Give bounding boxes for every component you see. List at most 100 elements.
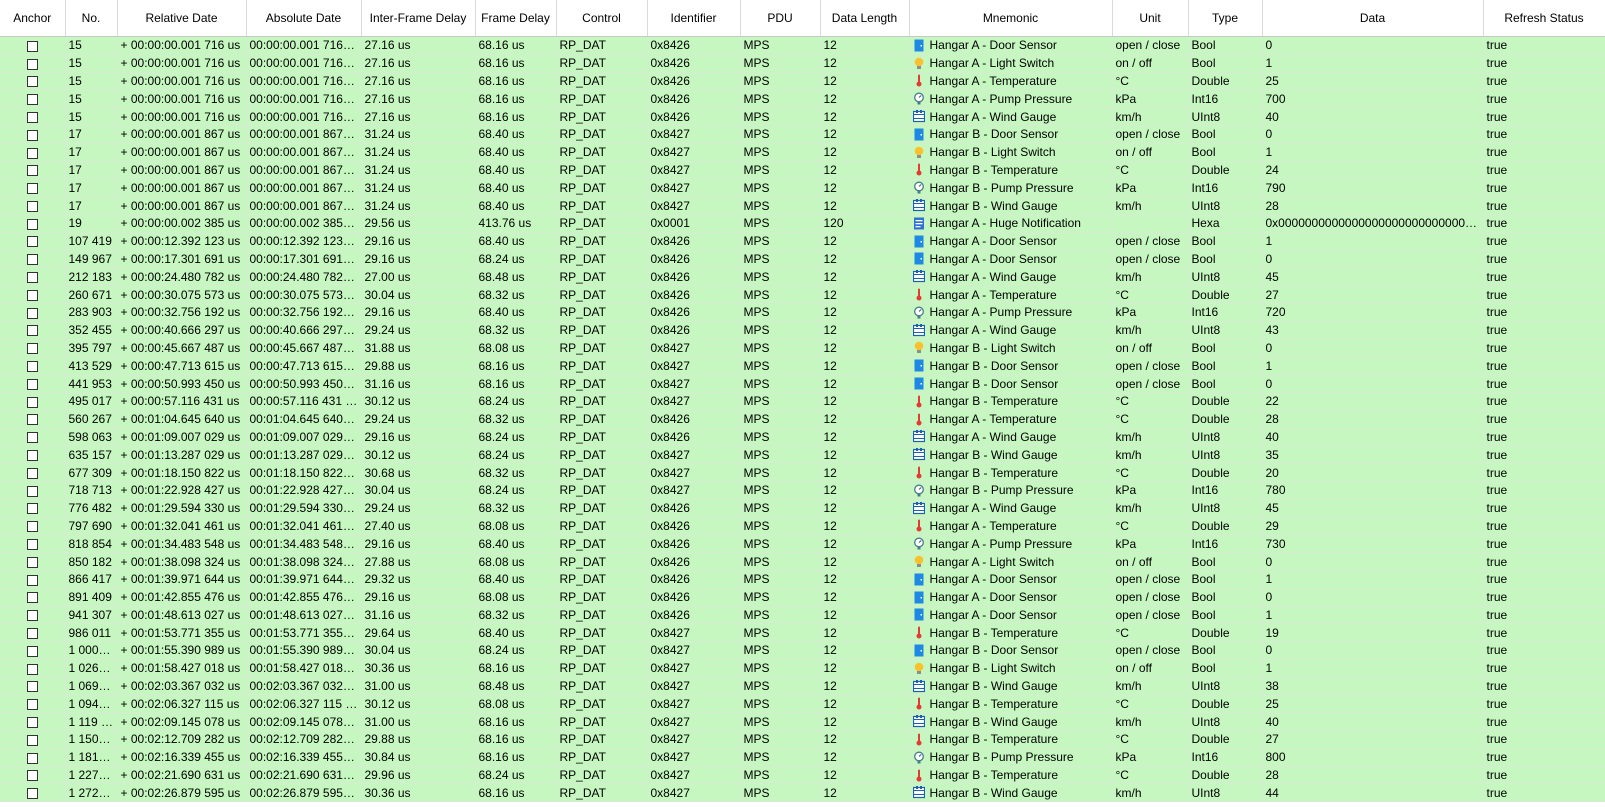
table-row[interactable]: 1 026 359 + 00:01:58.427 018 us 00:01:58.4… — [0, 659, 1605, 678]
table-row[interactable]: 212 183 + 00:00:24.480 782 us 00:00:24.480… — [0, 267, 1605, 287]
table-row[interactable]: 1 150 131 + 00:02:12.709 282 us 00:02:12.7… — [0, 730, 1605, 749]
table-row[interactable]: 352 455 + 00:00:40.666 297 us 00:00:40.666… — [0, 321, 1605, 340]
table-row[interactable]: 15 + 00:00:00.001 716 us 00:00:00.001 716 … — [0, 72, 1605, 91]
anchor-checkbox[interactable] — [26, 503, 38, 515]
col-header-absolute-date[interactable]: Absolute Date — [246, 0, 362, 37]
anchor-checkbox[interactable] — [26, 218, 38, 230]
anchor-checkbox[interactable] — [26, 645, 38, 657]
col-header-refresh-status[interactable]: Refresh Status — [1483, 0, 1605, 37]
anchor-checkbox[interactable] — [26, 325, 38, 337]
table-row[interactable]: 1 181 591 + 00:02:16.339 455 us 00:02:16.3… — [0, 748, 1605, 767]
table-row[interactable]: 15 + 00:00:00.001 716 us 00:00:00.001 716 … — [0, 36, 1605, 55]
anchor-checkbox[interactable] — [26, 147, 38, 159]
anchor-checkbox[interactable] — [26, 361, 38, 373]
table-row[interactable]: 560 267 + 00:01:04.645 640 us 00:01:04.645… — [0, 410, 1605, 429]
table-row[interactable]: 1 227 967 + 00:02:21.690 631 us 00:02:21.6… — [0, 766, 1605, 785]
table-row[interactable]: 441 953 + 00:00:50.993 450 us 00:00:50.993… — [0, 374, 1605, 393]
anchor-checkbox[interactable] — [26, 628, 38, 640]
col-header-control[interactable]: Control — [556, 0, 648, 37]
anchor-checkbox[interactable] — [26, 467, 38, 479]
table-row[interactable]: 818 854 + 00:01:34.483 548 us 00:01:34.483… — [0, 534, 1605, 554]
col-header-pdu[interactable]: PDU — [740, 0, 821, 37]
table-row[interactable]: 1 069 171 + 00:02:03.367 032 us 00:02:03.3… — [0, 677, 1605, 696]
table-row[interactable]: 850 182 + 00:01:38.098 324 us 00:01:38.098… — [0, 552, 1605, 571]
anchor-checkbox[interactable] — [26, 717, 38, 728]
table-row[interactable]: 1 000 047 + 00:01:55.390 989 us 00:01:55.3… — [0, 641, 1605, 660]
anchor-checkbox[interactable] — [26, 432, 38, 444]
col-header-data-length[interactable]: Data Length — [820, 0, 910, 37]
anchor-checkbox[interactable] — [26, 289, 38, 301]
anchor-checkbox[interactable] — [26, 414, 38, 426]
table-row[interactable]: 677 309 + 00:01:18.150 822 us 00:01:18.150… — [0, 463, 1605, 482]
col-header-no[interactable]: No. — [65, 0, 118, 37]
anchor-checkbox[interactable] — [26, 40, 38, 52]
table-row[interactable]: 19 + 00:00:00.002 385 us 00:00:00.002 385 … — [0, 214, 1605, 233]
table-row[interactable]: 15 + 00:00:00.001 716 us 00:00:00.001 716 … — [0, 107, 1605, 126]
table-row[interactable]: 718 713 + 00:01:22.928 427 us 00:01:22.928… — [0, 481, 1605, 500]
table-row[interactable]: 283 903 + 00:00:32.756 192 us 00:00:32.756… — [0, 303, 1605, 322]
table-row[interactable]: 395 797 + 00:00:45.667 487 us 00:00:45.667… — [0, 339, 1605, 358]
table-row[interactable]: 149 967 + 00:00:17.301 691 us 00:00:17.301… — [0, 250, 1605, 269]
anchor-checkbox[interactable] — [26, 165, 38, 177]
col-header-type[interactable]: Type — [1188, 0, 1263, 37]
col-header-relative-date[interactable]: Relative Date — [117, 0, 247, 37]
frame-list-grid[interactable]: Anchor No. Relative Date Absolute Date I… — [0, 0, 1605, 807]
col-header-mnemonic[interactable]: Mnemonic — [909, 0, 1113, 37]
anchor-checkbox[interactable] — [26, 592, 38, 604]
table-row[interactable]: 17 + 00:00:00.001 867 us 00:00:00.001 867 … — [0, 178, 1605, 198]
anchor-checkbox[interactable] — [26, 699, 38, 711]
table-row[interactable]: 1 119 243 + 00:02:09.145 078 us 00:02:09.1… — [0, 712, 1605, 732]
table-row[interactable]: 986 011 + 00:01:53.771 355 us 00:01:53.771… — [0, 623, 1605, 643]
table-row[interactable]: 17 + 00:00:00.001 867 us 00:00:00.001 867 … — [0, 161, 1605, 180]
anchor-checkbox[interactable] — [26, 183, 38, 195]
anchor-checkbox[interactable] — [26, 200, 38, 212]
table-row[interactable]: 776 482 + 00:01:29.594 330 us 00:01:29.594… — [0, 499, 1605, 518]
table-row[interactable]: 413 529 + 00:00:47.713 615 us 00:00:47.713… — [0, 356, 1605, 376]
table-row[interactable]: 15 + 00:00:00.001 716 us 00:00:00.001 716 … — [0, 54, 1605, 73]
table-row[interactable]: 635 157 + 00:01:13.287 029 us 00:01:13.287… — [0, 445, 1605, 465]
table-row[interactable]: 1 094 823 + 00:02:06.327 115 us 00:02:06.3… — [0, 694, 1605, 714]
table-row[interactable]: 17 + 00:00:00.001 867 us 00:00:00.001 867 … — [0, 125, 1605, 144]
col-header-inter-frame-delay[interactable]: Inter-Frame Delay — [361, 0, 476, 37]
table-row[interactable]: 598 063 + 00:01:09.007 029 us 00:01:09.007… — [0, 428, 1605, 447]
anchor-checkbox[interactable] — [26, 485, 38, 497]
anchor-checkbox[interactable] — [26, 58, 38, 70]
anchor-checkbox[interactable] — [26, 254, 38, 266]
anchor-checkbox[interactable] — [26, 574, 38, 586]
col-header-anchor[interactable]: Anchor — [0, 0, 66, 37]
anchor-checkbox[interactable] — [26, 76, 38, 88]
anchor-checkbox[interactable] — [26, 539, 38, 551]
table-row[interactable]: 941 307 + 00:01:48.613 027 us 00:01:48.613… — [0, 606, 1605, 625]
anchor-checkbox[interactable] — [26, 343, 38, 355]
table-row[interactable]: 17 + 00:00:00.001 867 us 00:00:00.001 867 … — [0, 143, 1605, 162]
table-row[interactable]: 495 017 + 00:00:57.116 431 us 00:00:57.116… — [0, 392, 1605, 411]
col-header-unit[interactable]: Unit — [1112, 0, 1189, 37]
col-header-frame-delay[interactable]: Frame Delay — [475, 0, 557, 37]
col-header-data[interactable]: Data — [1262, 0, 1484, 37]
anchor-checkbox[interactable] — [26, 378, 38, 390]
table-row[interactable]: 866 417 + 00:01:39.971 644 us 00:01:39.971… — [0, 570, 1605, 589]
anchor-checkbox[interactable] — [26, 681, 38, 693]
anchor-checkbox[interactable] — [26, 111, 38, 123]
anchor-checkbox[interactable] — [26, 521, 38, 533]
anchor-checkbox[interactable] — [26, 129, 38, 141]
anchor-checkbox[interactable] — [26, 752, 38, 764]
anchor-checkbox[interactable] — [26, 770, 38, 782]
anchor-checkbox[interactable] — [26, 788, 38, 800]
anchor-checkbox[interactable] — [26, 450, 38, 462]
table-row[interactable]: 891 409 + 00:01:42.855 476 us 00:01:42.855… — [0, 588, 1605, 607]
col-header-identifier[interactable]: Identifier — [647, 0, 741, 37]
table-row[interactable]: 260 671 + 00:00:30.075 573 us 00:00:30.075… — [0, 285, 1605, 304]
anchor-checkbox[interactable] — [26, 734, 38, 746]
anchor-checkbox[interactable] — [26, 236, 38, 248]
anchor-checkbox[interactable] — [26, 610, 38, 622]
anchor-checkbox[interactable] — [26, 396, 38, 408]
table-row[interactable]: 107 419 + 00:00:12.392 123 us 00:00:12.392… — [0, 232, 1605, 251]
anchor-checkbox[interactable] — [26, 663, 38, 675]
table-row[interactable]: 15 + 00:00:00.001 716 us 00:00:00.001 716 … — [0, 89, 1605, 109]
table-row[interactable]: 1 272 935 + 00:02:26.879 595 us 00:02:26.8… — [0, 783, 1605, 803]
table-row[interactable]: 797 690 + 00:01:32.041 461 us 00:01:32.041… — [0, 517, 1605, 536]
anchor-checkbox[interactable] — [26, 556, 38, 568]
anchor-checkbox[interactable] — [26, 94, 38, 106]
anchor-checkbox[interactable] — [26, 272, 38, 284]
